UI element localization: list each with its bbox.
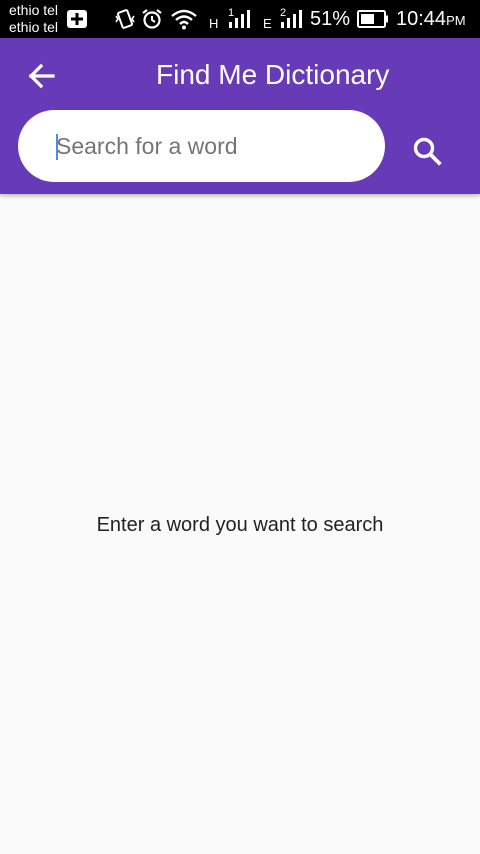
carrier-labels: ethio tel ethio tel <box>9 2 58 36</box>
status-bar: ethio tel ethio tel H 1 E 2 51% 10:44PM <box>0 0 480 38</box>
clock: 10:44PM <box>396 8 466 32</box>
wifi-icon <box>171 9 197 30</box>
clock-time: 10:44 <box>396 8 447 30</box>
app-bar: Find Me Dictionary <box>0 38 480 194</box>
network-type-2: E <box>263 16 272 31</box>
battery-icon <box>357 10 388 28</box>
empty-state-message: Enter a word you want to search <box>96 514 384 536</box>
page-title: Find Me Dictionary <box>156 59 390 90</box>
search-input[interactable] <box>18 110 385 182</box>
alarm-icon <box>142 9 162 29</box>
text-caret <box>56 134 58 160</box>
network-type-1: H <box>209 16 219 31</box>
sim-add-icon <box>67 10 87 28</box>
carrier-label-2: ethio tel <box>9 19 59 35</box>
search-icon[interactable] <box>408 132 448 172</box>
signal-icon <box>229 10 250 28</box>
vibrate-icon <box>115 9 135 29</box>
signal-icon-2 <box>281 10 302 28</box>
arrow-back-icon[interactable] <box>22 56 62 96</box>
carrier-label-1: ethio tel <box>9 2 59 18</box>
battery-percent: 51% <box>310 8 351 30</box>
clock-ampm: PM <box>446 13 466 28</box>
